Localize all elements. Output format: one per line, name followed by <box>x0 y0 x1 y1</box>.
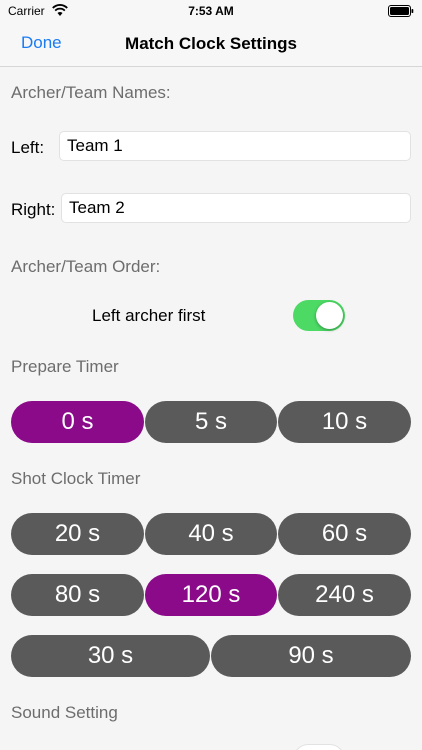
status-bar: Carrier 7:53 AM <box>0 0 422 22</box>
prepare-timer-option-0s[interactable]: 0 s <box>11 401 144 443</box>
prepare-timer-section-label: Prepare Timer <box>11 357 119 376</box>
screen: Carrier 7:53 AM Done Match Clock Setting… <box>0 0 422 750</box>
left-name-label: Left: <box>11 138 45 157</box>
prepare-timer-option-10s[interactable]: 10 s <box>278 401 411 443</box>
battery-icon <box>388 5 414 17</box>
prepare-timer-option-5s[interactable]: 5 s <box>145 401 277 443</box>
sound-section-label: Sound Setting <box>11 703 118 722</box>
shot-clock-option-30s[interactable]: 30 s <box>11 635 210 677</box>
shot-clock-option-120s[interactable]: 120 s <box>145 574 277 616</box>
sound-toggle[interactable] <box>293 744 345 750</box>
shot-clock-option-60s[interactable]: 60 s <box>278 513 411 555</box>
right-name-input[interactable] <box>61 193 411 223</box>
page-title: Match Clock Settings <box>125 34 297 53</box>
shot-clock-option-40s[interactable]: 40 s <box>145 513 277 555</box>
navigation-bar: Done Match Clock Settings <box>0 22 422 67</box>
order-section-label: Archer/Team Order: <box>11 257 161 276</box>
status-time: 7:53 AM <box>188 4 234 18</box>
shot-clock-option-240s[interactable]: 240 s <box>278 574 411 616</box>
left-archer-first-label: Left archer first <box>92 306 206 325</box>
shot-clock-option-90s[interactable]: 90 s <box>211 635 411 677</box>
shot-clock-section-label: Shot Clock Timer <box>11 469 141 488</box>
left-name-input[interactable] <box>59 131 411 161</box>
shot-clock-option-20s[interactable]: 20 s <box>11 513 144 555</box>
right-name-label: Right: <box>11 200 56 219</box>
left-archer-first-toggle[interactable] <box>293 300 345 331</box>
toggle-knob <box>316 302 343 329</box>
shot-clock-option-80s[interactable]: 80 s <box>11 574 144 616</box>
names-section-label: Archer/Team Names: <box>11 83 171 102</box>
